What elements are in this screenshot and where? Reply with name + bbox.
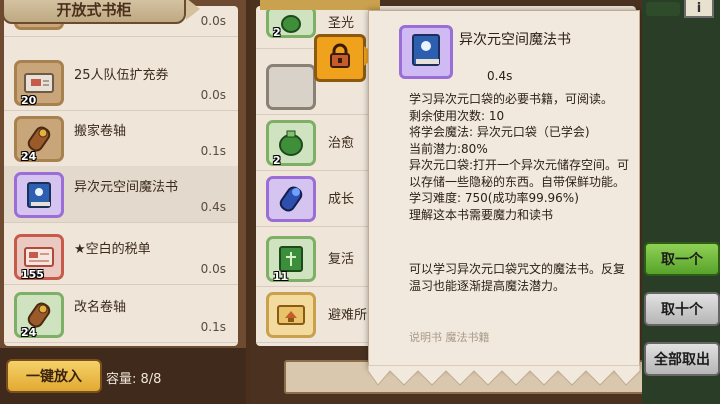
blue-scroll-icon: [276, 184, 306, 214]
list-item[interactable]: 20 25人队伍扩充券 0.0s: [4, 54, 238, 111]
item-time: 0.1s: [200, 320, 226, 334]
tooltip-line: 异次元口袋:打开一个异次元储存空间。可以存储一些隐秘的东西。自带保鲜功能。: [409, 158, 630, 189]
tooltip-description: 学习异次元口袋的必要书籍，可阅读。 剩余使用次数: 10 将学会魔法: 异次元口…: [409, 91, 631, 223]
tooltip-line: 剩余使用次数: 10: [409, 108, 505, 123]
item-name: 改名卷轴: [74, 300, 127, 315]
lock-icon: [328, 43, 352, 73]
item-slot: [266, 176, 316, 222]
bookshelf-panel: 0.0s 20 25人队伍扩充券 0.0s 24 搬家卷轴 0.1s 异次元空间…: [0, 0, 250, 404]
bookshelf-list: 0.0s 20 25人队伍扩充券 0.0s 24 搬家卷轴 0.1s 异次元空间…: [4, 4, 238, 346]
capacity-label: 容量: 8/8: [106, 372, 162, 387]
item-icon-large: [399, 25, 453, 79]
item-count: 2: [273, 154, 281, 167]
item-slot: 11: [266, 236, 316, 283]
item-tooltip: 异次元空间魔法书 0.4s 学习异次元口袋的必要书籍，可阅读。 剩余使用次数: …: [368, 10, 640, 370]
item-name: 异次元空间魔法书: [74, 180, 179, 195]
info-button[interactable]: i: [684, 0, 714, 18]
tooltip-line: 学习异次元口袋的必要书籍，可阅读。: [409, 92, 614, 106]
tooltip-line: 理解这本书需要魔力和读书: [409, 207, 554, 222]
item-slot: 24: [14, 116, 64, 163]
item-name: 治愈: [328, 136, 355, 151]
item-time: 0.4s: [200, 200, 226, 214]
item-name: ★空白的税单: [74, 242, 151, 257]
item-time: 0.0s: [200, 88, 226, 102]
item-slot: 2: [266, 6, 316, 39]
item-count: 20: [21, 94, 37, 107]
tooltip-time: 0.4s: [487, 69, 513, 83]
item-slot: 2: [266, 120, 316, 167]
item-slot: 155: [14, 234, 64, 281]
item-time: 0.0s: [200, 262, 226, 276]
tooltip-line: 学习难度: 750(成功率99.96%): [409, 191, 579, 205]
tooltip-line: 将学会魔法: 异次元口袋（已学会): [409, 125, 590, 139]
tooltip-truncated-text: 说明书 魔法书籍: [409, 331, 490, 344]
blue-book-icon: [24, 180, 54, 210]
list-item[interactable]: 24 搬家卷轴 0.1s: [4, 110, 238, 167]
empty-slot-icon: [266, 64, 316, 110]
take-all-button[interactable]: 全部取出: [644, 342, 720, 376]
item-time: 0.0s: [200, 14, 226, 28]
lock-slot-button[interactable]: [314, 34, 366, 82]
item-count: 24: [21, 150, 37, 163]
top-right-decoration: [646, 2, 680, 16]
item-name: 25人队伍扩充券: [74, 68, 169, 83]
list-item[interactable]: 24 改名卷轴 0.1s: [4, 286, 238, 343]
item-slot: [14, 172, 64, 218]
tooltip-line: 当前潜力:80%: [409, 141, 488, 156]
put-all-in-button[interactable]: 一键放入: [6, 359, 102, 393]
item-count: 155: [21, 268, 44, 281]
take-ten-button[interactable]: 取十个: [644, 292, 720, 326]
item-count: 2: [273, 26, 281, 39]
item-time: 0.1s: [200, 144, 226, 158]
item-name: 圣光: [328, 16, 355, 31]
house-scroll-icon: [276, 300, 306, 330]
item-slot: [266, 292, 316, 338]
item-slot: 24: [14, 292, 64, 339]
tooltip-title: 异次元空间魔法书: [459, 32, 571, 48]
take-one-button[interactable]: 取一个: [644, 242, 720, 276]
blue-book-icon: [408, 32, 444, 72]
top-decoration: [260, 0, 380, 10]
item-name: 避难所: [328, 308, 368, 323]
list-item[interactable]: 155 ★空白的税单 0.0s: [4, 228, 238, 285]
tooltip-torn-edge: [368, 365, 640, 386]
item-name: 复活: [328, 252, 355, 267]
panel-title: 开放式书柜: [2, 0, 200, 24]
item-count: 11: [273, 270, 289, 283]
list-item-selected[interactable]: 异次元空间魔法书 0.4s: [4, 166, 238, 223]
item-name: 搬家卷轴: [74, 124, 127, 139]
item-name: 成长: [328, 192, 355, 207]
tooltip-flavor-text: 可以学习异次元口袋咒文的魔法书。反复温习也能逐渐提高魔法潜力。: [409, 262, 626, 293]
item-slot: 20: [14, 60, 64, 107]
item-count: 24: [21, 326, 37, 339]
